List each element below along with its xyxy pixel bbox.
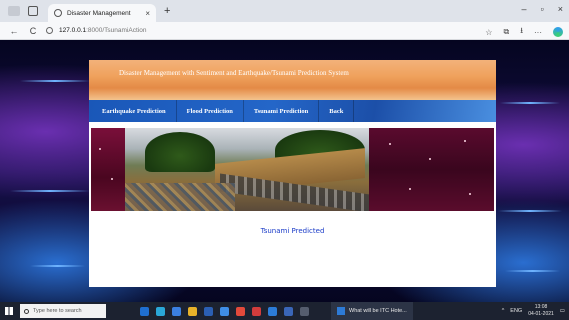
app-icon[interactable]: [284, 306, 293, 316]
browser-tab[interactable]: Disaster Management ×: [48, 4, 156, 22]
nav-back[interactable]: Back: [319, 100, 355, 122]
sparkle: [429, 158, 431, 160]
app-icon[interactable]: [172, 306, 181, 316]
windows-logo-icon: [5, 307, 13, 315]
url-path: :8000/TsunamiAction: [86, 27, 147, 34]
nav-tsunami-prediction[interactable]: Tsunami Prediction: [244, 100, 320, 122]
chrome-icon[interactable]: [236, 306, 245, 316]
site-nav: Earthquake Prediction Flood Prediction T…: [89, 100, 496, 122]
window-controls: – ▫ ×: [522, 4, 563, 14]
address-bar-row: ← C 127.0.0.1:8000/TsunamiAction ☆ ⧉ ⭳ ·…: [0, 22, 569, 40]
app-icon[interactable]: [252, 306, 261, 316]
taskbar-search[interactable]: Type here to search: [20, 304, 106, 318]
site-container: Disaster Management with Sentiment and E…: [89, 60, 496, 287]
app-icon[interactable]: [220, 306, 229, 316]
taskbar-search-placeholder: Type here to search: [33, 308, 82, 314]
language-indicator[interactable]: ENG: [510, 308, 522, 314]
taskbar-active-window[interactable]: What will be ITC Hote...: [331, 302, 413, 320]
active-window-title: What will be ITC Hote...: [349, 308, 407, 314]
favorite-star-icon[interactable]: ☆: [485, 28, 492, 37]
taskbar-apps: [140, 306, 309, 316]
prediction-result: Tsunami Predicted: [260, 227, 325, 235]
clock[interactable]: 13:08 04-01-2021: [528, 304, 554, 317]
toolbar-icons: ☆ ⧉ ⭳ ···: [485, 25, 563, 39]
close-window-button[interactable]: ×: [558, 4, 563, 14]
edge-profile-icon[interactable]: [553, 27, 563, 37]
clock-date: 04-01-2021: [528, 310, 554, 317]
more-menu-icon[interactable]: ···: [534, 28, 542, 37]
notification-icon[interactable]: ▭: [560, 308, 565, 314]
window-icon: [337, 307, 345, 315]
collections-icon[interactable]: ⧉: [503, 27, 509, 37]
sparkle: [99, 148, 101, 150]
decor-stripe: [20, 80, 90, 82]
globe-icon: [54, 9, 62, 17]
decor-stripe: [505, 270, 560, 272]
decor-stripe: [498, 210, 562, 212]
sparkle: [469, 193, 471, 195]
url-host: 127.0.0.1: [59, 27, 87, 34]
nav-earthquake-prediction[interactable]: Earthquake Prediction: [89, 100, 177, 122]
restore-button[interactable]: ▫: [541, 4, 544, 14]
decor-stripe: [500, 102, 560, 104]
decor-stripe: [10, 190, 90, 192]
sparkle: [111, 178, 113, 180]
tab-close-button[interactable]: ×: [145, 9, 150, 18]
url-field[interactable]: 127.0.0.1:8000/TsunamiAction: [46, 27, 146, 34]
site-title: Disaster Management with Sentiment and E…: [119, 69, 349, 77]
app-icon[interactable]: [268, 306, 277, 316]
back-button[interactable]: ←: [9, 26, 19, 36]
decor-stripe: [30, 265, 85, 267]
sparkle: [464, 140, 466, 142]
banner-image: [91, 128, 494, 211]
minimize-button[interactable]: –: [522, 4, 527, 14]
tray-chevron-icon[interactable]: ^: [502, 308, 505, 314]
palm-tree-shape: [145, 132, 215, 172]
nav-flood-prediction[interactable]: Flood Prediction: [177, 100, 244, 122]
taskbar: Type here to search What will be ITC Hot…: [0, 302, 569, 320]
new-tab-button[interactable]: +: [164, 5, 170, 17]
flood-photo: [125, 128, 369, 211]
file-explorer-icon[interactable]: [188, 306, 197, 316]
sparkle: [389, 143, 391, 145]
tab-actions-icon[interactable]: [28, 6, 38, 16]
sparkle: [409, 188, 411, 190]
start-button[interactable]: [0, 302, 18, 320]
refresh-button[interactable]: C: [28, 26, 38, 36]
banner-right-panel: [369, 128, 494, 211]
site-header: Disaster Management with Sentiment and E…: [89, 60, 496, 100]
debris-shape: [125, 183, 235, 211]
tab-title: Disaster Management: [67, 9, 131, 17]
profile-icon[interactable]: [8, 6, 20, 16]
app-icon[interactable]: [204, 306, 213, 316]
site-info-icon[interactable]: [46, 27, 53, 34]
downloads-icon[interactable]: ⭳: [520, 25, 523, 39]
banner-left-panel: [91, 128, 125, 211]
search-icon: [24, 308, 29, 314]
app-icon[interactable]: [156, 306, 165, 316]
browser-tab-bar: Disaster Management × + – ▫ ×: [0, 0, 569, 22]
edge-app-icon[interactable]: [140, 306, 149, 316]
app-icon[interactable]: [300, 306, 309, 316]
system-tray: ^ ENG 13:08 04-01-2021 ▭: [502, 304, 565, 317]
